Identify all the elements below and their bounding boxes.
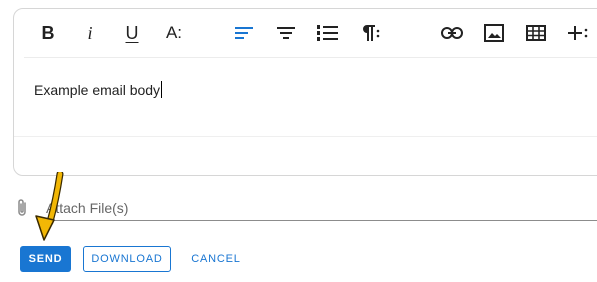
plus-more-icon	[568, 26, 588, 40]
email-body-text: Example email body	[34, 82, 161, 98]
paragraph-button[interactable]	[356, 21, 384, 45]
underline-button[interactable]: U	[118, 21, 146, 45]
numbered-list-button[interactable]	[314, 21, 342, 45]
font-size-button[interactable]: A:	[160, 21, 188, 45]
insert-more-button[interactable]	[564, 21, 592, 45]
attach-files-input[interactable]: Attach File(s)	[44, 196, 597, 221]
align-left-button[interactable]	[230, 21, 258, 45]
table-icon	[526, 25, 546, 41]
insert-table-button[interactable]	[522, 21, 550, 45]
download-button-label: DOWNLOAD	[91, 253, 163, 265]
align-center-button[interactable]	[272, 21, 300, 45]
cancel-button[interactable]: CANCEL	[183, 246, 249, 272]
text-caret	[161, 81, 163, 98]
cancel-button-label: CANCEL	[191, 253, 241, 265]
link-icon	[441, 27, 463, 39]
email-body-textarea[interactable]: Example email body	[34, 81, 163, 98]
bold-icon: B	[41, 22, 55, 43]
image-icon	[484, 24, 504, 42]
send-button-label: SEND	[28, 253, 63, 265]
align-center-icon	[277, 27, 295, 39]
send-button[interactable]: SEND	[20, 246, 71, 272]
editor-divider	[14, 136, 597, 137]
italic-button[interactable]: i	[76, 21, 104, 45]
paperclip-icon	[18, 199, 26, 216]
underline-icon: U	[125, 22, 139, 43]
numbered-list-icon	[317, 25, 338, 41]
align-left-icon	[235, 27, 253, 39]
paragraph-icon	[363, 25, 380, 41]
attach-files-field[interactable]: Attach File(s)	[14, 196, 597, 222]
download-button[interactable]: DOWNLOAD	[83, 246, 171, 272]
italic-icon: i	[87, 22, 93, 43]
insert-link-button[interactable]	[438, 21, 466, 45]
font-size-icon: A:	[165, 23, 183, 42]
email-editor: B i U A: Example email body	[13, 8, 597, 176]
insert-image-button[interactable]	[480, 21, 508, 45]
bold-button[interactable]: B	[34, 21, 62, 45]
formatting-toolbar: B i U A:	[24, 9, 597, 58]
annotation-arrow-icon	[35, 172, 64, 241]
